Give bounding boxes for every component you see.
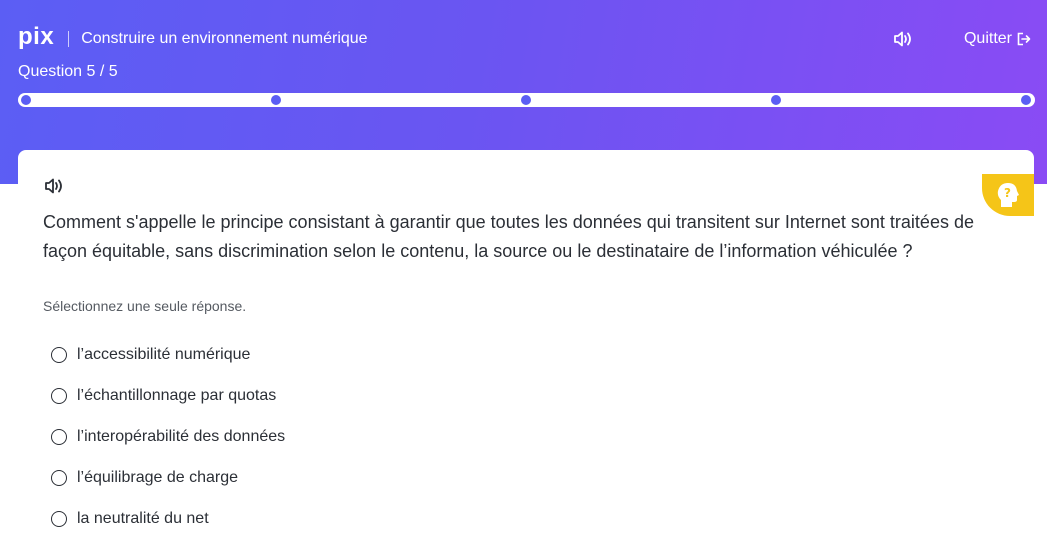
answer-label: l’échantillonnage par quotas xyxy=(77,386,277,404)
answer-option-3[interactable]: l’interopérabilité des données xyxy=(51,416,285,457)
radio-button[interactable] xyxy=(51,469,67,486)
top-bar: pix Construire un environnement numériqu… xyxy=(18,25,1031,52)
progress-step-2 xyxy=(271,95,281,105)
answer-label: l’accessibilité numérique xyxy=(77,345,251,363)
answer-label: l’interopérabilité des données xyxy=(77,427,286,445)
answer-option-4[interactable]: l’équilibrage de charge xyxy=(51,457,285,498)
sound-toggle-button[interactable] xyxy=(892,28,914,50)
answer-label: l’équilibrage de charge xyxy=(77,468,238,486)
question-head-icon: ? xyxy=(997,183,1019,207)
answer-hint: Sélectionnez une seule réponse. xyxy=(43,298,247,314)
challenge-card: ? Comment s'appelle le principe consista… xyxy=(18,150,1034,539)
speaker-icon xyxy=(894,31,911,47)
progress-step-5 xyxy=(1021,95,1031,105)
radio-button[interactable] xyxy=(51,387,67,404)
question-instruction: Comment s'appelle le principe consistant… xyxy=(43,212,974,261)
quit-label: Quitter xyxy=(963,30,1012,47)
answer-option-5[interactable]: la neutralité du net xyxy=(51,498,285,539)
answer-label: la neutralité du net xyxy=(77,509,209,527)
answer-option-1[interactable]: l’accessibilité numérique xyxy=(51,334,285,375)
exit-icon xyxy=(1017,32,1031,46)
progress-step-3 xyxy=(521,95,531,105)
pix-logo[interactable]: pix xyxy=(18,25,54,49)
title-divider xyxy=(68,31,70,47)
progress-bar xyxy=(18,93,1035,107)
assessment-title: Construire un environnement numérique xyxy=(81,30,368,47)
radio-button[interactable] xyxy=(51,428,67,445)
answer-list: l’accessibilité numérique l’échantillonn… xyxy=(51,334,285,539)
radio-button[interactable] xyxy=(51,346,67,363)
read-question-button[interactable] xyxy=(44,178,64,196)
progress-step-1 xyxy=(21,95,31,105)
progress-step-4 xyxy=(771,95,781,105)
quit-button[interactable]: Quitter xyxy=(964,30,1031,48)
answer-option-2[interactable]: l’échantillonnage par quotas xyxy=(51,375,285,416)
question-counter: Question 5 / 5 xyxy=(18,63,118,80)
svg-text:?: ? xyxy=(1004,186,1011,200)
radio-button[interactable] xyxy=(51,510,67,527)
speaker-icon xyxy=(45,178,62,194)
